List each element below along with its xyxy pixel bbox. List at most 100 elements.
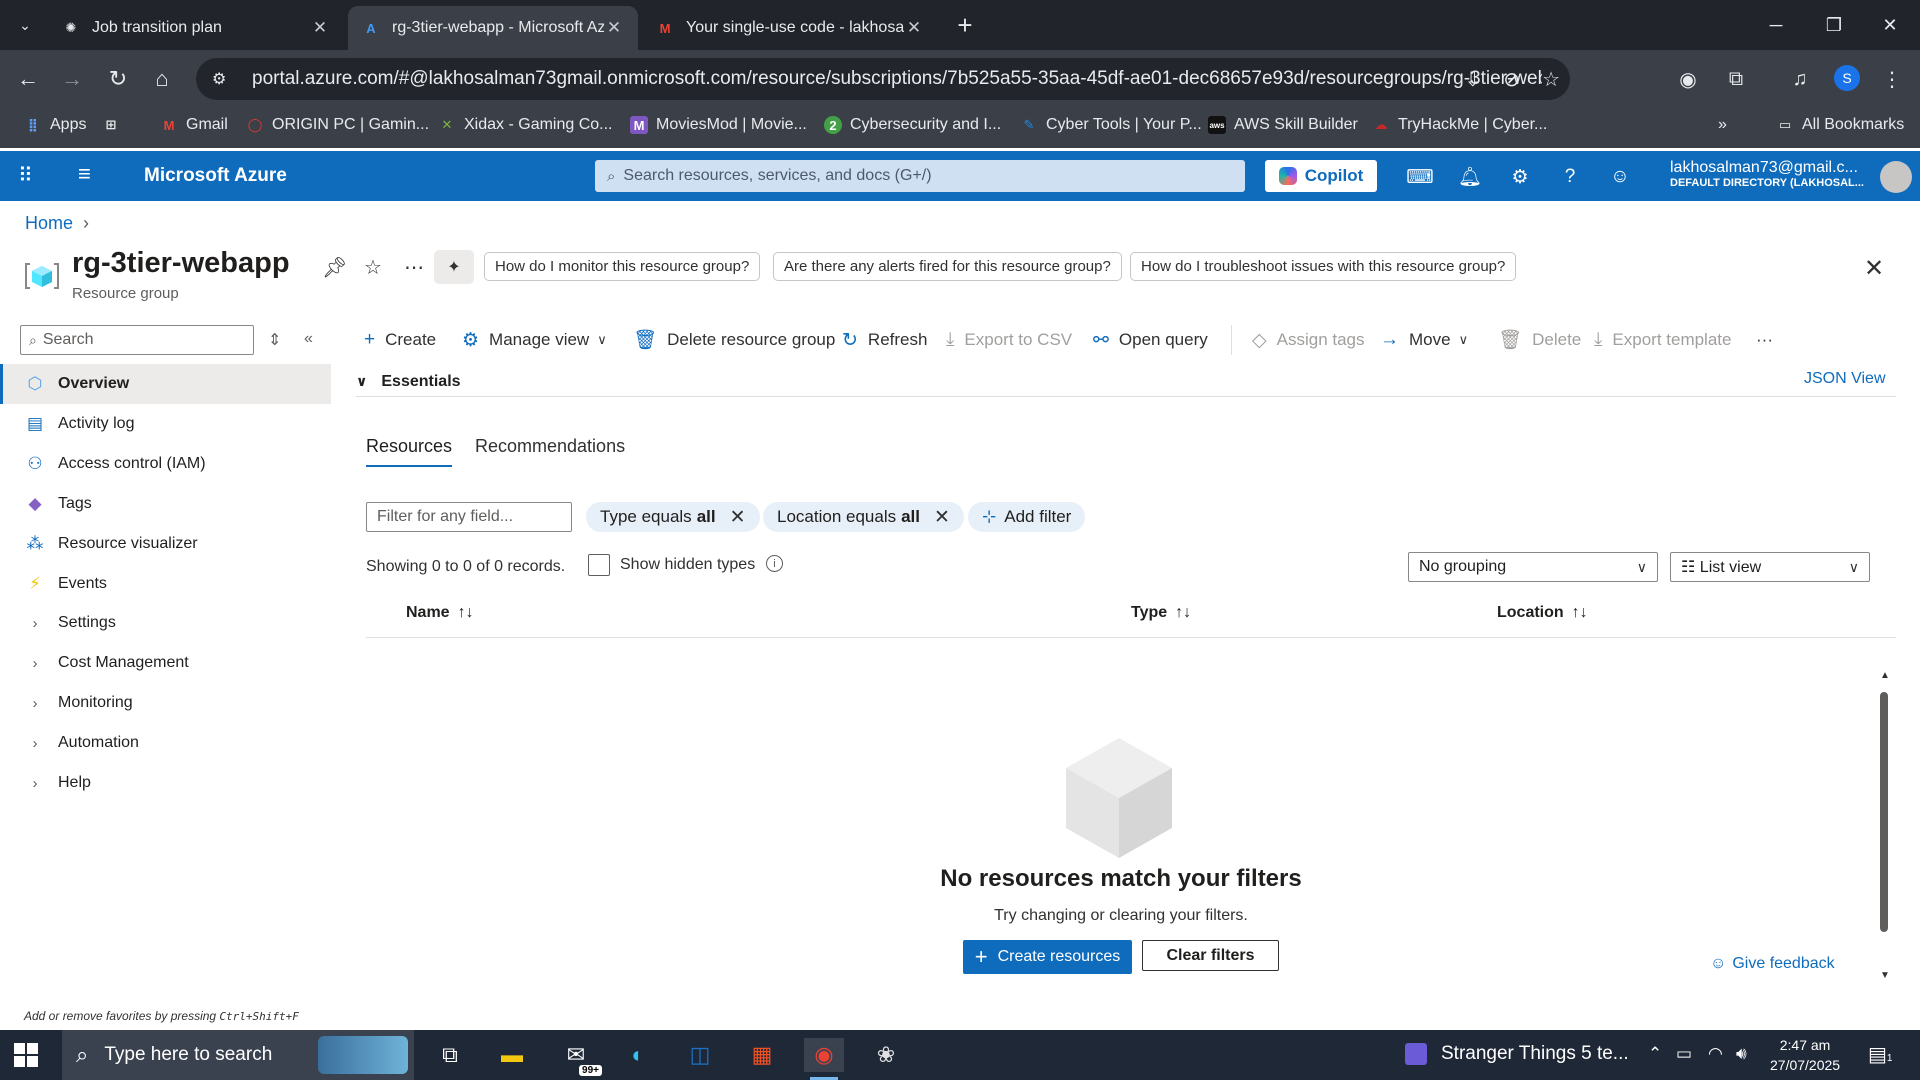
scroll-up-icon[interactable]: ▲ [1880,670,1890,681]
export-csv-button[interactable]: ⤓ Export to CSV [946,325,1072,355]
cloud-shell-icon[interactable]: ⌨ [1406,163,1434,191]
essentials-toggle[interactable]: ∨ Essentials [356,367,1896,397]
chrome-icon[interactable]: ◉ [804,1038,844,1080]
extension-icon[interactable]: ◉ [1672,63,1704,95]
notifications-bell-icon[interactable]: 🔔︎ [1456,163,1484,191]
more-options-icon[interactable]: ⋯ [404,255,424,280]
show-hidden-icons-icon[interactable]: ⌃ [1648,1044,1662,1064]
nav-iam[interactable]: ⚇ Access control (IAM) [0,444,331,484]
bookmark-xidax[interactable]: ✕ Xidax - Gaming Co... [438,108,613,142]
breadcrumb-home[interactable]: Home [25,213,73,233]
move-button[interactable]: → Move ∨ [1380,325,1468,355]
tracking-blocked-icon[interactable]: ⊘ [1503,67,1520,92]
back-button[interactable]: ← [12,63,44,95]
info-icon[interactable]: i [766,555,783,572]
column-header-type[interactable]: Type ↑↓ [1131,604,1191,622]
scrollbar-thumb[interactable] [1880,692,1888,932]
azure-brand[interactable]: Microsoft Azure [144,165,287,187]
nav-events[interactable]: ⚡ Events [0,564,331,604]
nav-cost-management[interactable]: › Cost Management [0,643,331,683]
media-widget[interactable]: Stranger Things 5 te... [1405,1043,1629,1065]
expand-collapse-icon[interactable]: ⇕ [268,330,281,350]
address-bar[interactable]: ⚙ portal.azure.com/#@lakhosalman73gmail.… [196,58,1570,100]
remove-filter-icon[interactable]: ✕ [730,506,746,529]
bookmark-apps[interactable]: ⣿ Apps [24,108,87,142]
global-search-input[interactable]: ⌕ Search resources, services, and docs (… [595,160,1245,192]
home-button[interactable]: ⌂ [146,63,178,95]
nav-resource-visualizer[interactable]: ⁂ Resource visualizer [0,524,331,564]
windows-start-icon[interactable] [14,1043,38,1067]
clear-filters-button[interactable]: Clear filters [1142,940,1279,971]
reload-button[interactable]: ↻ [102,63,134,95]
bookmark-cyber-tools[interactable]: ✎ Cyber Tools | Your P... [1020,108,1202,142]
profile-avatar[interactable]: S [1834,65,1860,91]
tab-job-transition[interactable]: ✺ Job transition plan ✕ [48,6,344,50]
tab-gmail-code[interactable]: M Your single-use code - lakhosal ✕ [642,6,938,50]
all-bookmarks[interactable]: ▭ All Bookmarks [1776,108,1904,142]
restore-button[interactable]: ❐ [1806,0,1862,50]
battery-icon[interactable]: ▭ [1676,1044,1692,1064]
bookmark-moviesmod[interactable]: M MoviesMod | Movie... [630,108,807,142]
bookmark-cybersecurity[interactable]: 2 Cybersecurity and I... [824,108,1001,142]
forward-button[interactable]: → [56,63,88,95]
suggestion-chip-alerts[interactable]: Are there any alerts fired for this reso… [773,252,1122,281]
nav-help[interactable]: › Help [0,763,331,803]
nav-tags[interactable]: ◆ Tags [0,484,331,524]
location-filter-pill[interactable]: Location equals all ✕ [763,502,964,532]
extensions-puzzle-icon[interactable]: ⧉ [1720,63,1752,95]
export-template-button[interactable]: ⤓ Export template [1594,325,1731,355]
results-scrollbar[interactable]: ▲ ▼ [1880,670,1890,981]
wifi-icon[interactable]: ◠ [1708,1044,1723,1064]
ms-store-icon[interactable]: ▦ [742,1038,782,1072]
minimize-button[interactable]: ─ [1748,0,1804,50]
nav-monitoring[interactable]: › Monitoring [0,683,331,723]
close-tab-icon[interactable]: ✕ [310,18,330,38]
column-header-name[interactable]: Name ↑↓ [406,604,474,622]
app-icon[interactable]: ❀ [866,1038,906,1072]
delete-button[interactable]: 🗑︎ Delete [1498,325,1581,355]
mail-app-icon[interactable]: ✉ 99+ [556,1038,602,1076]
install-app-icon[interactable]: ⇩ [1465,67,1482,92]
close-blade-icon[interactable]: ✕ [1864,254,1884,283]
add-filter-button[interactable]: ⊹ Add filter [968,502,1086,532]
json-view-link[interactable]: JSON View [1804,370,1886,388]
pin-icon[interactable]: 📌︎ [322,255,347,280]
bookmark-gmail[interactable]: M Gmail [160,108,228,142]
tab-recommendations[interactable]: Recommendations [475,436,625,457]
type-filter-pill[interactable]: Type equals all ✕ [586,502,760,532]
url-text[interactable]: portal.azure.com/#@lakhosalman73gmail.on… [252,68,1542,90]
nav-automation[interactable]: › Automation [0,723,331,763]
taskbar-clock[interactable]: 2:47 am 27/07/2025 [1770,1035,1840,1075]
tab-resources[interactable]: Resources [366,436,453,467]
menu-search-input[interactable]: ⌕ Search [20,325,254,355]
refresh-button[interactable]: ↻ Refresh [842,325,927,355]
column-header-location[interactable]: Location ↑↓ [1497,604,1588,622]
media-control-icon[interactable]: ♫ [1784,63,1816,95]
volume-icon[interactable]: 🔊︎ [1736,1044,1747,1064]
suggestion-chip-troubleshoot[interactable]: How do I troubleshoot issues with this r… [1130,252,1517,281]
bookmark-aws[interactable]: aws AWS Skill Builder [1208,108,1358,142]
copilot-button[interactable]: Copilot [1265,160,1377,192]
site-info-icon[interactable]: ⚙ [212,69,238,89]
close-tab-icon[interactable]: ✕ [604,18,624,38]
bookmark-tab-groups[interactable]: ⊞ [102,108,128,142]
suggestion-chip-monitor[interactable]: How do I monitor this resource group? [484,252,761,281]
bookmark-origin-pc[interactable]: ◯ ORIGIN PC | Gamin... [246,108,429,142]
remove-filter-icon[interactable]: ✕ [934,506,950,529]
outlook-icon[interactable]: ◫ [680,1038,720,1072]
chrome-menu-icon[interactable]: ⋮ [1876,63,1908,95]
tab-search-button[interactable]: ⌄ [10,10,40,40]
favorite-star-icon[interactable]: ☆ [364,255,382,280]
tab-azure-portal[interactable]: A rg-3tier-webapp - Microsoft Az ✕ [348,6,638,50]
help-icon[interactable]: ? [1556,163,1584,191]
settings-gear-icon[interactable]: ⚙ [1506,163,1534,191]
account-menu[interactable]: lakhosalman73@gmail.c... DEFAULT DIRECTO… [1670,159,1864,189]
nav-overview[interactable]: ⬡ Overview [0,364,331,404]
more-commands-button[interactable]: ··· [1756,325,1773,355]
new-tab-button[interactable]: + [950,10,980,40]
bookmark-star-icon[interactable]: ☆ [1542,67,1560,92]
task-view-icon[interactable]: ⧉ [430,1038,470,1072]
manage-view-button[interactable]: ⚙ Manage view ∨ [462,325,607,355]
collapse-menu-icon[interactable]: « [304,330,313,348]
show-hidden-types-checkbox[interactable] [588,554,610,576]
